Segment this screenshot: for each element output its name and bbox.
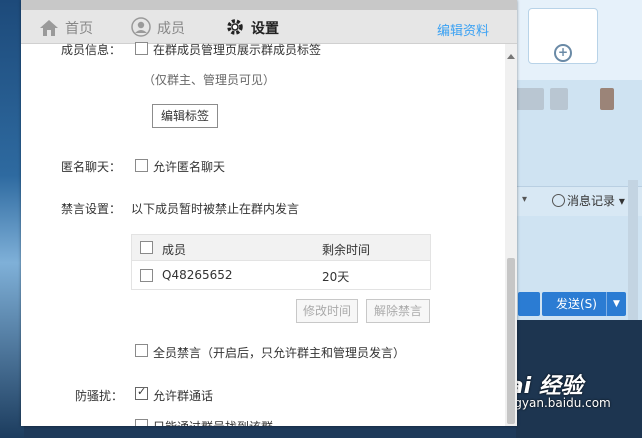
blurred-avatar: [600, 88, 614, 110]
mute-description: 以下成员暂时被禁止在群内发言: [131, 202, 300, 216]
settings-content: 成员信息： 在群成员管理页展示群成员标签 （仅群主、管理员可见） 编辑标签 匿名…: [21, 42, 505, 426]
clock-icon: [552, 194, 565, 207]
allow-group-call-label: 允许群通话: [153, 389, 214, 403]
edit-profile-link[interactable]: 编辑资料: [437, 20, 489, 39]
blurred-avatar: [516, 88, 544, 110]
anonymous-chat-label: 匿名聊天：: [61, 160, 122, 174]
muted-members-table: 成员 剩余时间 Q48265652 20天: [131, 234, 431, 290]
row-checkbox[interactable]: [140, 269, 153, 282]
table-row[interactable]: Q48265652 20天: [132, 262, 430, 289]
scrollbar-thumb[interactable]: [507, 258, 515, 424]
mute-all-checkbox[interactable]: [135, 344, 148, 357]
send-options-chevron-icon[interactable]: ▼: [606, 292, 626, 316]
member-info-label: 成员信息：: [61, 43, 122, 57]
column-header-member: 成员: [162, 243, 187, 257]
message-history-button[interactable]: 消息记录 ▾: [552, 192, 625, 209]
group-settings-dialog: 首页 成员 设置 编辑资料 成员信息： 在群成员管理页展示群成员标签 （仅群主、…: [21, 0, 517, 426]
blurred-avatar: [550, 88, 568, 110]
visibility-note: （仅群主、管理员可见）: [143, 73, 276, 87]
dialog-scrollbar[interactable]: [505, 44, 517, 426]
zoom-in-icon[interactable]: +: [554, 44, 572, 62]
table-header: 成员 剩余时间: [132, 235, 430, 261]
show-tag-checkbox[interactable]: [135, 42, 148, 55]
mute-settings-label: 禁言设置：: [61, 202, 122, 216]
tab-settings[interactable]: 设置: [225, 16, 279, 42]
chevron-down-icon[interactable]: ▾: [522, 194, 527, 205]
search-join-label: 只能通过群号找到该群: [153, 418, 273, 426]
edit-tags-button[interactable]: 编辑标签: [152, 104, 218, 128]
allow-anonymous-checkbox[interactable]: [135, 159, 148, 172]
allow-anonymous-label: 允许匿名聊天: [153, 160, 226, 174]
anti-harassment-label: 防骚扰：: [75, 389, 124, 403]
close-chat-button[interactable]: [518, 292, 540, 316]
tab-members[interactable]: 成员: [131, 16, 185, 42]
mute-all-label: 全员禁言（开启后，只允许群主和管理员发言）: [153, 346, 406, 360]
remaining-time: 20天: [322, 270, 350, 284]
show-tag-checkbox-label: 在群成员管理页展示群成员标签: [153, 43, 322, 57]
send-button[interactable]: 发送(S) ▼: [542, 292, 626, 316]
column-header-remaining: 剩余时间: [322, 243, 371, 257]
scroll-up-arrow-icon[interactable]: [507, 54, 515, 59]
modify-time-button[interactable]: 修改时间: [296, 299, 358, 323]
unmute-button[interactable]: 解除禁言: [366, 299, 430, 323]
tab-home[interactable]: 首页: [39, 16, 93, 42]
member-id: Q48265652: [162, 268, 233, 282]
dialog-nav-bar: 首页 成员 设置 编辑资料: [21, 0, 517, 44]
chat-scrollbar[interactable]: [628, 180, 638, 330]
select-all-checkbox[interactable]: [140, 241, 153, 254]
search-join-checkbox[interactable]: [135, 419, 148, 426]
allow-group-call-checkbox[interactable]: [135, 385, 148, 400]
home-icon: [39, 19, 59, 46]
